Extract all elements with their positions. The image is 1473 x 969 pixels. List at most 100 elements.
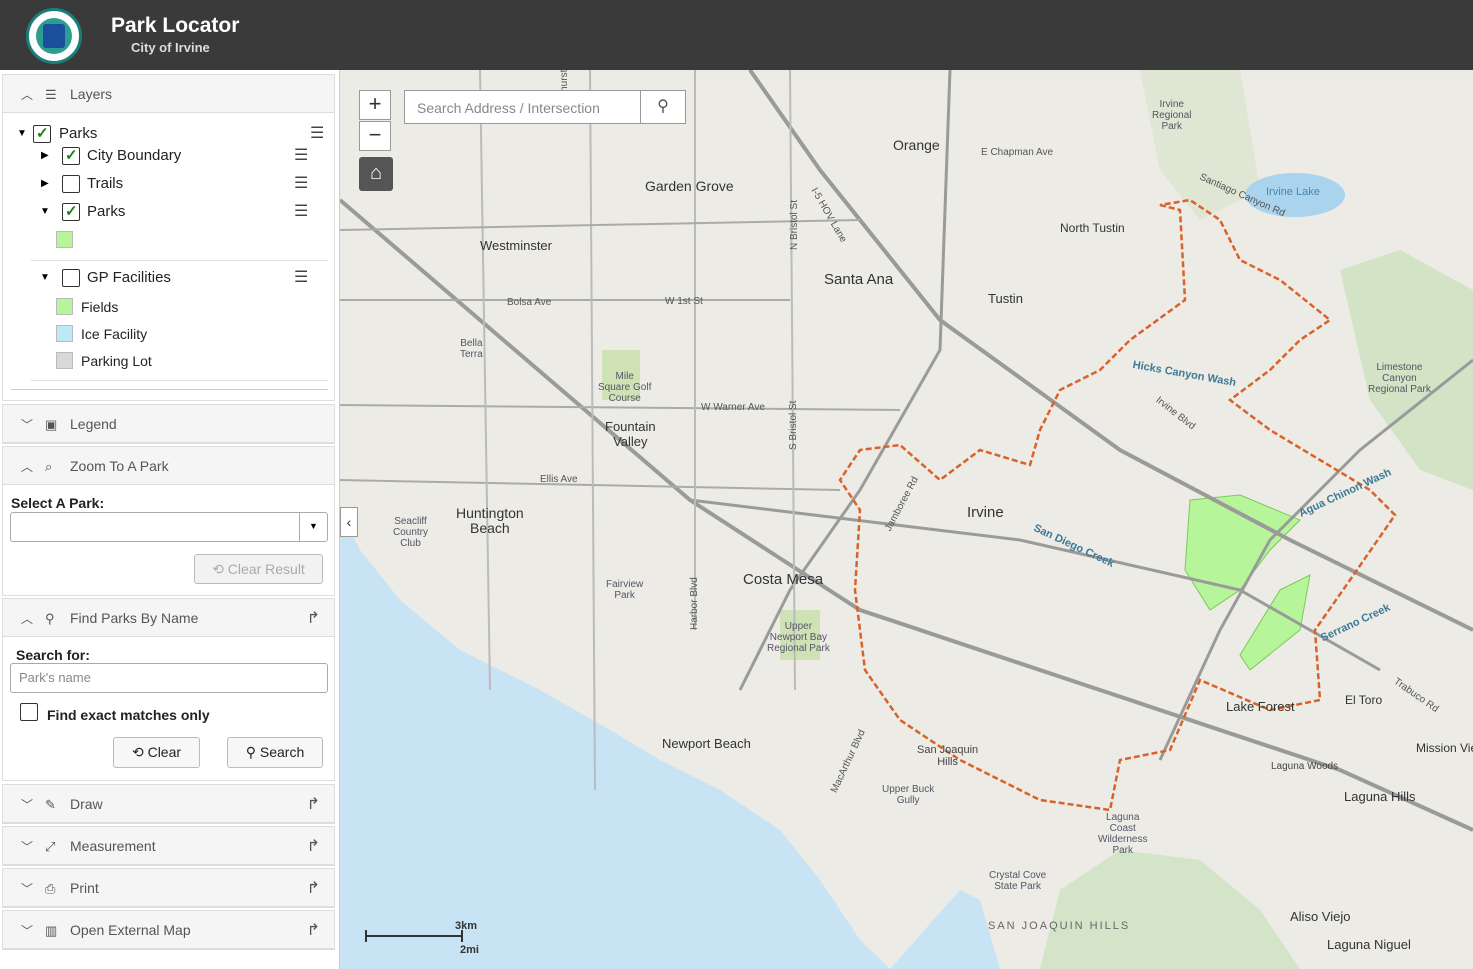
chevron-up-icon: ︿: [21, 612, 34, 626]
park-name-input[interactable]: Park's name: [10, 663, 328, 693]
app-subtitle: City of Irvine: [131, 40, 210, 55]
map-label: Harbor Blvd: [689, 577, 700, 630]
map-label: Aliso Viejo: [1290, 909, 1351, 924]
parks-checkbox[interactable]: [62, 202, 80, 221]
refresh-icon: ⟲: [212, 561, 224, 577]
map-label: Newport Beach: [662, 736, 751, 751]
caret-right-icon[interactable]: ▶: [41, 150, 49, 161]
external-map-panel-title: Open External Map: [70, 922, 191, 938]
legend-panel: ﹀ ▣ Legend: [2, 404, 335, 444]
caret-down-icon[interactable]: ▼: [40, 272, 50, 283]
share-icon[interactable]: ↱: [307, 836, 320, 856]
layer-label-trails: Trails: [87, 175, 124, 192]
clear-button[interactable]: ⟲ Clear: [113, 737, 200, 768]
zoom-panel-header[interactable]: ︿ ⌕ Zoom To A Park: [3, 447, 334, 485]
draw-panel-header[interactable]: ﹀ ✎ Draw ↱: [3, 785, 334, 823]
caret-down-icon[interactable]: ▼: [40, 206, 50, 217]
search-for-label: Search for:: [16, 647, 90, 663]
map-label: Laguna Hills: [1344, 789, 1416, 804]
share-icon[interactable]: ↱: [307, 608, 320, 628]
home-button[interactable]: ⌂: [359, 157, 393, 191]
caret-right-icon[interactable]: ▶: [41, 178, 49, 189]
legend-label-fields: Fields: [81, 299, 119, 315]
undo-icon: ⟲: [131, 744, 144, 760]
chevron-down-icon: ﹀: [21, 418, 34, 432]
parks-root-checkbox[interactable]: [33, 124, 51, 143]
divider: [11, 389, 328, 390]
collapse-sidebar-button[interactable]: ‹: [340, 507, 358, 537]
address-search-placeholder: Search Address / Intersection: [417, 100, 600, 116]
external-map-panel: ﹀ ▥ Open External Map ↱: [2, 910, 335, 950]
layer-menu-icon[interactable]: ☰: [294, 173, 308, 193]
chevron-up-icon: ︿: [21, 460, 34, 474]
map-view[interactable]: Orange Garden Grove Westminster Santa An…: [340, 70, 1473, 969]
search-icon[interactable]: ⚲: [640, 91, 685, 123]
chevron-down-icon: ﹀: [21, 882, 34, 896]
zoom-out-button[interactable]: −: [359, 121, 391, 151]
map-label: Seacliff Country Club: [393, 516, 429, 549]
share-icon[interactable]: ↱: [307, 878, 320, 898]
external-map-panel-header[interactable]: ﹀ ▥ Open External Map ↱: [3, 911, 334, 949]
print-panel-header[interactable]: ﹀ ⎙ Print ↱: [3, 869, 334, 907]
legend-panel-header[interactable]: ﹀ ▣ Legend: [3, 405, 334, 443]
map-label: Crystal Cove State Park: [989, 870, 1047, 892]
map-label: Laguna Niguel: [1327, 937, 1411, 952]
share-icon[interactable]: ↱: [307, 920, 320, 940]
map-label: North Tustin: [1060, 221, 1125, 235]
caret-down-icon: ▼: [299, 513, 327, 541]
draw-panel-title: Draw: [70, 796, 103, 812]
find-parks-panel: ︿ ⚲ Find Parks By Name ↱ Search for: Par…: [2, 598, 335, 781]
layer-label-gp-facilities: GP Facilities: [87, 269, 171, 286]
image-icon: ▣: [45, 417, 58, 432]
print-panel-title: Print: [70, 880, 99, 896]
brush-icon: ✎: [45, 797, 56, 812]
layer-menu-icon[interactable]: ☰: [294, 201, 308, 221]
map-label: S Bristol St: [788, 400, 799, 450]
clear-result-label: Clear Result: [227, 561, 305, 577]
measurement-panel-header[interactable]: ﹀ ⤢ Measurement ↱: [3, 827, 334, 865]
map-label: Huntington Beach: [456, 505, 524, 536]
layer-menu-icon[interactable]: ☰: [294, 267, 308, 287]
app-header: Park Locator City of Irvine: [0, 0, 1473, 70]
map-label: Lake Forest: [1226, 699, 1295, 714]
legend-label-parking-lot: Parking Lot: [81, 353, 152, 369]
share-icon[interactable]: ↱: [307, 794, 320, 814]
scale-mi-label: 2mi: [460, 944, 479, 956]
clear-result-button[interactable]: ⟲ Clear Result: [194, 554, 323, 584]
measurement-panel-title: Measurement: [70, 838, 156, 854]
search-button[interactable]: ⚲ Search: [227, 737, 323, 768]
city-boundary-checkbox[interactable]: [62, 146, 80, 165]
scale-km-label: 3km: [455, 920, 478, 932]
map-label: Westminster: [480, 238, 552, 253]
divider: [31, 380, 328, 381]
exact-match-checkbox[interactable]: [20, 703, 38, 721]
map-label: Laguna Woods: [1271, 761, 1339, 772]
map-label: Tustin: [988, 291, 1023, 306]
layer-menu-icon[interactable]: ☰: [310, 123, 324, 143]
layers-panel-header[interactable]: ︿ ☰ Layers: [3, 75, 334, 113]
map-icon: ▥: [45, 923, 58, 938]
map-label: N Bristol St: [789, 199, 800, 250]
map-label: Bolsa Ave: [507, 297, 552, 308]
map-label: W Warner Ave: [701, 402, 765, 413]
layer-root-label: Parks: [59, 125, 98, 142]
caret-down-icon[interactable]: ▼: [17, 128, 27, 139]
park-select[interactable]: ▼: [10, 512, 328, 542]
layer-menu-icon[interactable]: ☰: [294, 145, 308, 165]
trails-checkbox[interactable]: [62, 175, 80, 193]
legend-label-ice-facility: Ice Facility: [81, 326, 148, 342]
find-parks-panel-header[interactable]: ︿ ⚲ Find Parks By Name ↱: [3, 599, 334, 637]
address-search-box[interactable]: Search Address / Intersection ⚲: [404, 90, 686, 124]
map-label: SAN JOAQUIN HILLS: [988, 920, 1131, 932]
layer-label-city-boundary: City Boundary: [87, 147, 182, 164]
list-icon: ☰: [45, 87, 57, 102]
layer-label-parks: Parks: [87, 203, 126, 220]
map-label: Orange: [893, 137, 940, 153]
map-label: Limestone Canyon Regional Park: [1368, 362, 1431, 395]
expand-icon: ⤢: [45, 839, 56, 854]
print-panel: ﹀ ⎙ Print ↱: [2, 868, 335, 908]
chevron-up-icon: ︿: [21, 88, 34, 102]
gp-facilities-checkbox[interactable]: [62, 269, 80, 287]
search-button-label: Search: [259, 744, 305, 760]
zoom-in-button[interactable]: +: [359, 90, 391, 120]
